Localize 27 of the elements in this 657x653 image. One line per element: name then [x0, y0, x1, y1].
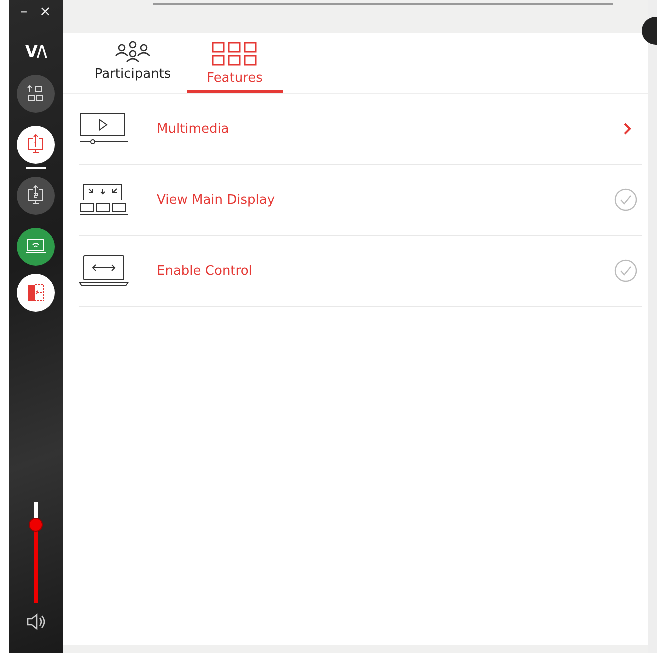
- upload-grid-icon: [26, 84, 46, 104]
- check-circle-icon[interactable]: [614, 259, 638, 283]
- share-screen-icon: [26, 185, 46, 207]
- feature-item[interactable]: Multimedia: [79, 94, 622, 164]
- sidebar-button[interactable]: [17, 228, 55, 266]
- grid-icon: [211, 41, 259, 67]
- feature-item[interactable]: View Main Display: [79, 165, 614, 235]
- chevron-right-icon: [622, 122, 632, 136]
- share-screen-icon: [26, 134, 46, 156]
- sidebar-button[interactable]: [17, 177, 55, 215]
- sidebar-button[interactable]: [17, 75, 55, 113]
- tab[interactable]: Features: [187, 33, 283, 93]
- speaker-icon[interactable]: [26, 613, 46, 631]
- minimize-button[interactable]: –: [20, 4, 28, 20]
- exit-icon: [26, 283, 46, 303]
- check-circle-icon[interactable]: [614, 188, 638, 212]
- sidebar-button[interactable]: [17, 126, 55, 164]
- laptop-arrows-icon: [79, 254, 129, 288]
- sidebar-button[interactable]: [17, 274, 55, 312]
- close-button[interactable]: ×: [40, 4, 52, 20]
- tab[interactable]: Participants: [85, 33, 181, 93]
- display-grid-icon: [79, 183, 129, 217]
- wireless-laptop-icon: [25, 238, 47, 256]
- logo: V/\: [25, 42, 47, 61]
- video-player-icon: [79, 112, 129, 146]
- feature-item[interactable]: Enable Control: [79, 236, 614, 306]
- volume-slider[interactable]: [29, 502, 43, 603]
